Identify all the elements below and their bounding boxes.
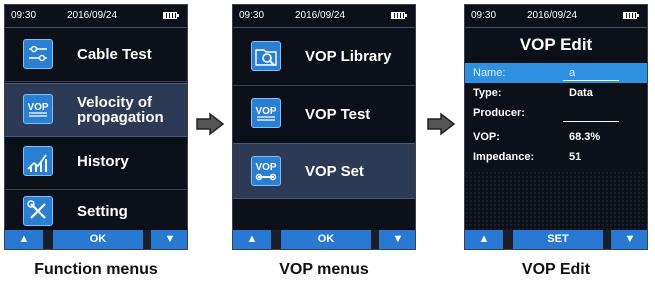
vop-edit-screen: 09:30 2016/09/24 VOP Edit Name: a Type: … xyxy=(464,4,648,250)
caption-vop-edit: VOP Edit xyxy=(521,261,591,278)
divider xyxy=(233,85,415,86)
ok-button[interactable]: OK xyxy=(281,230,371,249)
down-button[interactable]: ▼ xyxy=(611,230,647,249)
menu-label-line: Setting xyxy=(77,203,128,220)
field-label: Producer: xyxy=(473,107,525,119)
svg-text:VOP: VOP xyxy=(255,162,276,173)
menu-label-line: History xyxy=(77,153,129,170)
menu-label-vop-test: VOP Test xyxy=(305,107,370,122)
down-button[interactable]: ▼ xyxy=(151,230,187,249)
divider xyxy=(5,81,187,82)
vop-icon: VOP xyxy=(23,94,53,124)
menu-label-cable-test: Cable Test xyxy=(77,47,152,62)
function-menu-screen: 09:30 2016/09/24 Cable Test VOP Velocity… xyxy=(4,4,188,250)
field-type[interactable]: Type: Data xyxy=(465,83,647,103)
battery-icon xyxy=(391,12,407,19)
field-label: Impedance: xyxy=(473,151,535,163)
settings-tools-icon xyxy=(23,196,53,226)
vop-menu-screen: 09:30 2016/09/24 VOP Library VOP VOP Tes… xyxy=(232,4,416,250)
softkey-bar: ▲ OK ▼ xyxy=(233,230,415,249)
menu-label-line: Velocity of xyxy=(77,94,153,111)
next-arrow-icon xyxy=(196,112,225,136)
vop-value[interactable]: 68.3% xyxy=(569,131,600,143)
up-button[interactable]: ▲ xyxy=(465,230,503,249)
field-impedance[interactable]: Impedance: 51 xyxy=(465,147,647,167)
menu-label-setting: Setting xyxy=(77,204,128,219)
set-button[interactable]: SET xyxy=(513,230,603,249)
softkey-bar: ▲ SET ▼ xyxy=(465,230,647,249)
battery-icon xyxy=(623,12,639,19)
field-label: Name: xyxy=(473,67,506,79)
menu-label-line: VOP Library xyxy=(305,48,392,65)
menu-item-history[interactable]: History xyxy=(5,136,187,188)
battery-icon xyxy=(163,12,179,19)
status-bar: 09:30 2016/09/24 xyxy=(465,5,647,28)
menu-label-history: History xyxy=(77,154,129,169)
field-vop[interactable]: VOP: 68.3% xyxy=(465,127,647,147)
menu-label-line: VOP Set xyxy=(305,163,364,180)
field-name[interactable]: Name: a xyxy=(465,63,647,83)
field-label: VOP: xyxy=(473,131,500,143)
menu-item-vop-set[interactable]: VOP VOP Set xyxy=(233,143,415,199)
softkey-bar: ▲ OK ▼ xyxy=(5,230,187,249)
menu-label-vop-library: VOP Library xyxy=(305,49,391,64)
down-button[interactable]: ▼ xyxy=(379,230,415,249)
menu-label-vop-set: VOP Set xyxy=(305,164,364,179)
caption-function-menus: Function menus xyxy=(34,261,158,278)
status-bar: 09:30 2016/09/24 xyxy=(233,5,415,28)
menu-item-velocity-of-propagation[interactable]: VOP Velocity of propagation xyxy=(5,83,187,137)
status-time: 09:30 xyxy=(471,10,497,21)
status-time: 09:30 xyxy=(11,10,37,21)
next-arrow-icon xyxy=(427,112,456,136)
field-producer[interactable]: Producer: xyxy=(465,103,647,123)
caption-vop-menus: VOP menus xyxy=(279,261,369,278)
up-button[interactable]: ▲ xyxy=(5,230,43,249)
field-label: Type: xyxy=(473,87,502,99)
status-date: 2016/09/24 xyxy=(67,10,118,21)
menu-label-vop: Velocity of propagation xyxy=(77,95,164,125)
up-button[interactable]: ▲ xyxy=(233,230,271,249)
menu-label-line: propagation xyxy=(77,109,164,126)
svg-text:VOP: VOP xyxy=(255,106,276,117)
vop-library-icon xyxy=(251,41,281,71)
background-pattern xyxy=(465,171,647,231)
menu-label-line: VOP Test xyxy=(305,106,371,123)
history-chart-icon xyxy=(23,146,53,176)
name-input[interactable]: a xyxy=(569,67,575,79)
menu-item-vop-test[interactable]: VOP VOP Test xyxy=(233,87,415,139)
status-time: 09:30 xyxy=(239,10,265,21)
type-value[interactable]: Data xyxy=(569,87,593,99)
page-title: VOP Edit xyxy=(519,35,593,54)
vop-test-icon: VOP xyxy=(251,98,281,128)
menu-item-vop-library[interactable]: VOP Library xyxy=(233,29,415,81)
cable-test-icon xyxy=(23,39,53,69)
input-underline xyxy=(563,80,619,81)
input-underline xyxy=(563,121,619,122)
svg-text:VOP: VOP xyxy=(27,102,48,113)
status-bar: 09:30 2016/09/24 xyxy=(5,5,187,28)
menu-label-line: Cable Test xyxy=(77,46,152,63)
menu-item-cable-test[interactable]: Cable Test xyxy=(5,28,187,80)
impedance-value[interactable]: 51 xyxy=(569,151,581,163)
ok-button[interactable]: OK xyxy=(53,230,143,249)
status-date: 2016/09/24 xyxy=(527,10,578,21)
status-date: 2016/09/24 xyxy=(295,10,346,21)
vop-set-icon: VOP xyxy=(251,156,281,186)
